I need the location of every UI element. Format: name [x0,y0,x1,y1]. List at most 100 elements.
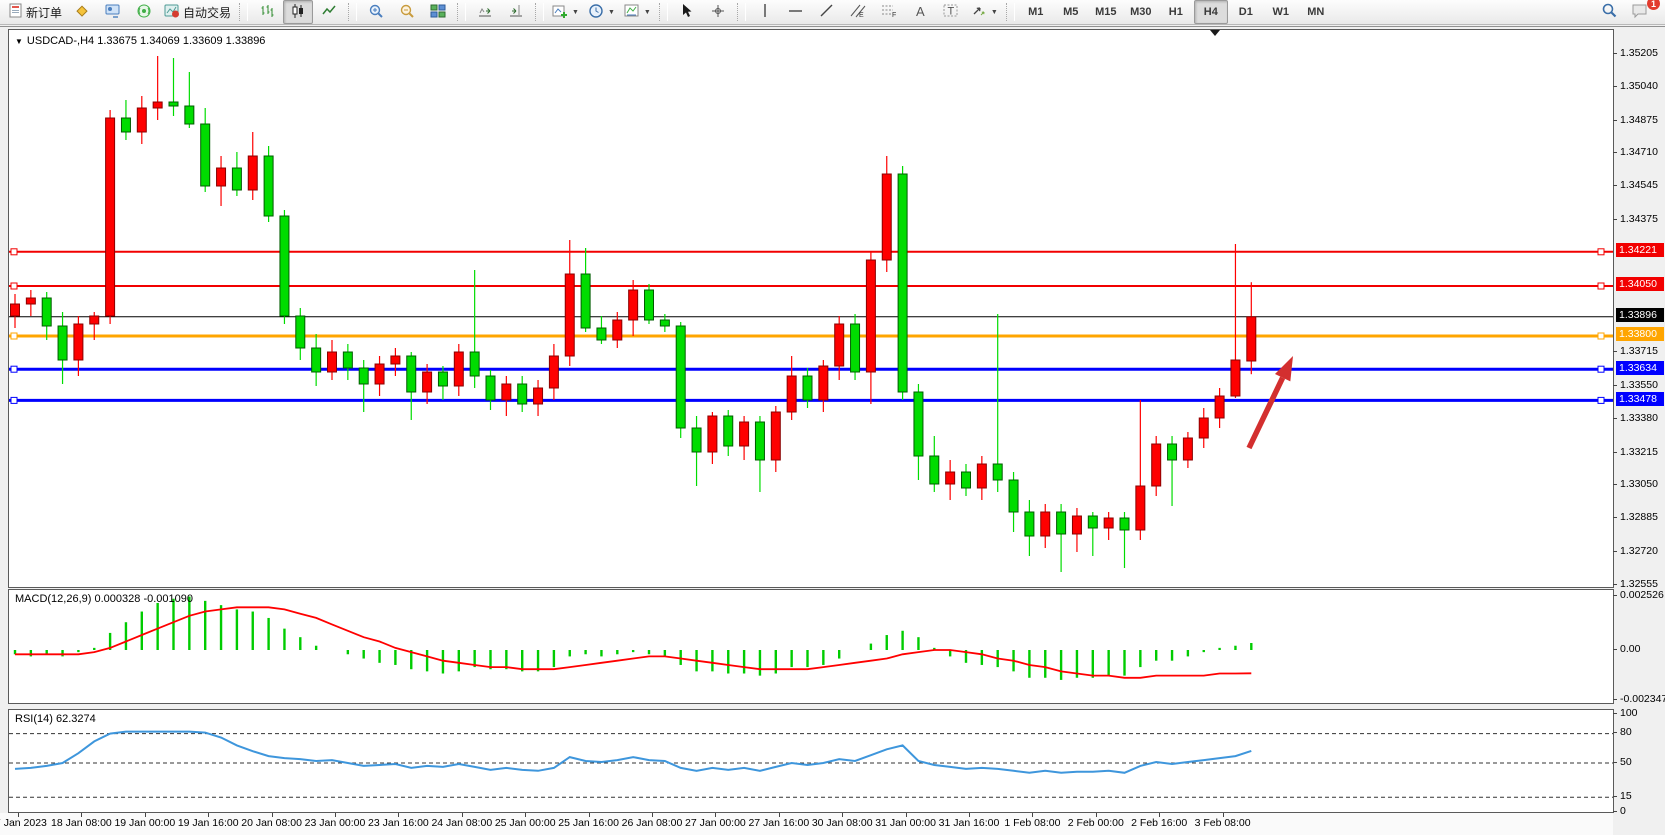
zoom-out-button[interactable] [392,0,422,24]
new-order-button[interactable]: 新订单 [4,0,66,24]
chart-window: ▼USDCAD-,H4 1.33675 1.34069 1.33609 1.33… [0,26,1665,835]
price-tick-tick [1613,517,1617,518]
cursor-icon [680,3,694,21]
vertical-line-icon [759,3,771,21]
fibonacci-tool-button[interactable]: F [874,0,904,24]
macd-chart[interactable] [9,590,1613,703]
rsi-panel: RSI(14) 62.3274 [8,709,1614,813]
price-axis[interactable]: 1.352051.350401.348751.347101.345451.343… [1613,29,1665,815]
tab-timeframe-h4[interactable]: H4 [1194,0,1228,24]
price-level-label[interactable]: 1.33478 [1616,392,1664,406]
autotrading-button[interactable]: 自动交易 [160,0,235,24]
tab-timeframe-m1[interactable]: M1 [1019,0,1053,24]
search-button[interactable] [1594,0,1624,24]
line-chart-button[interactable] [314,0,344,24]
chart-shift-button[interactable] [501,0,531,24]
price-tick-label: 1.33550 [1620,379,1658,391]
tab-timeframe-d1[interactable]: D1 [1229,0,1263,24]
tab-timeframe-mn[interactable]: MN [1299,0,1333,24]
toolbar-separator [348,3,357,21]
price-level-label[interactable]: 1.33634 [1616,361,1664,375]
autotrading-icon [164,3,180,22]
tab-timeframe-m5[interactable]: M5 [1054,0,1088,24]
time-axis-label: 19 Jan 00:00 [114,817,175,829]
tab-timeframe-w1[interactable]: W1 [1264,0,1298,24]
dropdown-caret-icon: ▼ [608,9,615,16]
rsi-tick-tick [1613,732,1617,733]
time-axis-label: 23 Jan 16:00 [368,817,429,829]
signal-icon [136,3,152,22]
macd-tick-label: -0.002347 [1620,693,1665,705]
price-tick-label: 1.34710 [1620,146,1658,158]
bid-price-label[interactable]: 1.33896 [1616,308,1664,322]
zoom-in-icon [368,3,384,22]
horizontal-line-tool-button[interactable] [781,0,811,24]
profiles-button[interactable] [67,0,97,24]
crosshair-tool-button[interactable] [703,0,733,24]
svg-text:F: F [892,12,896,18]
notifications-button[interactable]: 1 [1625,0,1655,24]
arrows-icon [971,3,987,21]
rsi-tick-label: 100 [1620,707,1638,719]
horizontal-line-icon [788,5,803,20]
cursor-tool-button[interactable] [672,0,702,24]
signal-button[interactable] [129,0,159,24]
trendline-tool-button[interactable] [812,0,842,24]
rsi-value: 62.3274 [56,713,96,725]
time-axis-label: 19 Jan 16:00 [178,817,239,829]
vertical-line-tool-button[interactable] [750,0,780,24]
price-tick-label: 1.35040 [1620,80,1658,92]
candlestick-chart[interactable] [9,30,1613,587]
text-tool-button[interactable]: A [905,0,935,24]
rsi-tick-label: 0 [1620,805,1626,817]
price-tick-tick [1613,385,1617,386]
arrows-tool-button[interactable]: ▼ [967,0,1002,24]
rsi-tick-label: 80 [1620,726,1632,738]
price-tick-tick [1613,219,1617,220]
template-icon [624,3,640,22]
chart-title: ▼USDCAD-,H4 1.33675 1.34069 1.33609 1.33… [15,35,265,47]
price-tick-tick [1613,418,1617,419]
rsi-chart[interactable] [9,710,1613,812]
macd-tick-tick [1613,699,1617,700]
market-watch-button[interactable] [98,0,128,24]
dropdown-caret-icon: ▼ [644,9,651,16]
price-tick-label: 1.34545 [1620,179,1658,191]
time-axis[interactable]: 17 Jan 202318 Jan 08:0019 Jan 00:0019 Ja… [0,813,1613,835]
periods-button[interactable]: ▼ [584,0,619,24]
price-tick-tick [1613,484,1617,485]
toolbar-separator [1006,3,1015,21]
rsi-tick-label: 15 [1620,790,1632,802]
price-tick-label: 1.33050 [1620,478,1658,490]
svg-text:T: T [947,6,954,18]
price-level-label[interactable]: 1.33800 [1616,327,1664,341]
notification-badge: 1 [1647,0,1660,10]
tab-timeframe-h1[interactable]: H1 [1159,0,1193,24]
templates-button[interactable]: ▼ [620,0,655,24]
chart-shift-marker[interactable] [1210,30,1220,36]
tab-timeframe-m15[interactable]: M15 [1089,0,1123,24]
symbol-dropdown-icon[interactable]: ▼ [15,37,23,46]
price-tick-tick [1613,86,1617,87]
price-chart-panel: ▼USDCAD-,H4 1.33675 1.34069 1.33609 1.33… [8,29,1614,588]
bar-chart-button[interactable] [252,0,282,24]
tile-windows-button[interactable] [423,0,453,24]
macd-name: MACD(12,26,9) [15,593,91,605]
channel-tool-button[interactable]: E [843,0,873,24]
indicators-button[interactable]: ▼ [548,0,583,24]
time-axis-label: 27 Jan 00:00 [685,817,746,829]
price-tick-tick [1613,584,1617,585]
label-tool-button[interactable]: T [936,0,966,24]
candlestick-chart-button[interactable] [283,0,313,24]
zoom-in-button[interactable] [361,0,391,24]
price-tick-tick [1613,53,1617,54]
crosshair-icon [710,3,726,22]
price-level-label[interactable]: 1.34221 [1616,243,1664,257]
tile-windows-icon [430,3,446,22]
auto-scroll-button[interactable] [470,0,500,24]
price-level-label[interactable]: 1.34050 [1616,277,1664,291]
new-order-label: 新订单 [26,4,62,21]
price-tick-label: 1.33715 [1620,345,1658,357]
rsi-tick-tick [1613,811,1617,812]
tab-timeframe-m30[interactable]: M30 [1124,0,1158,24]
